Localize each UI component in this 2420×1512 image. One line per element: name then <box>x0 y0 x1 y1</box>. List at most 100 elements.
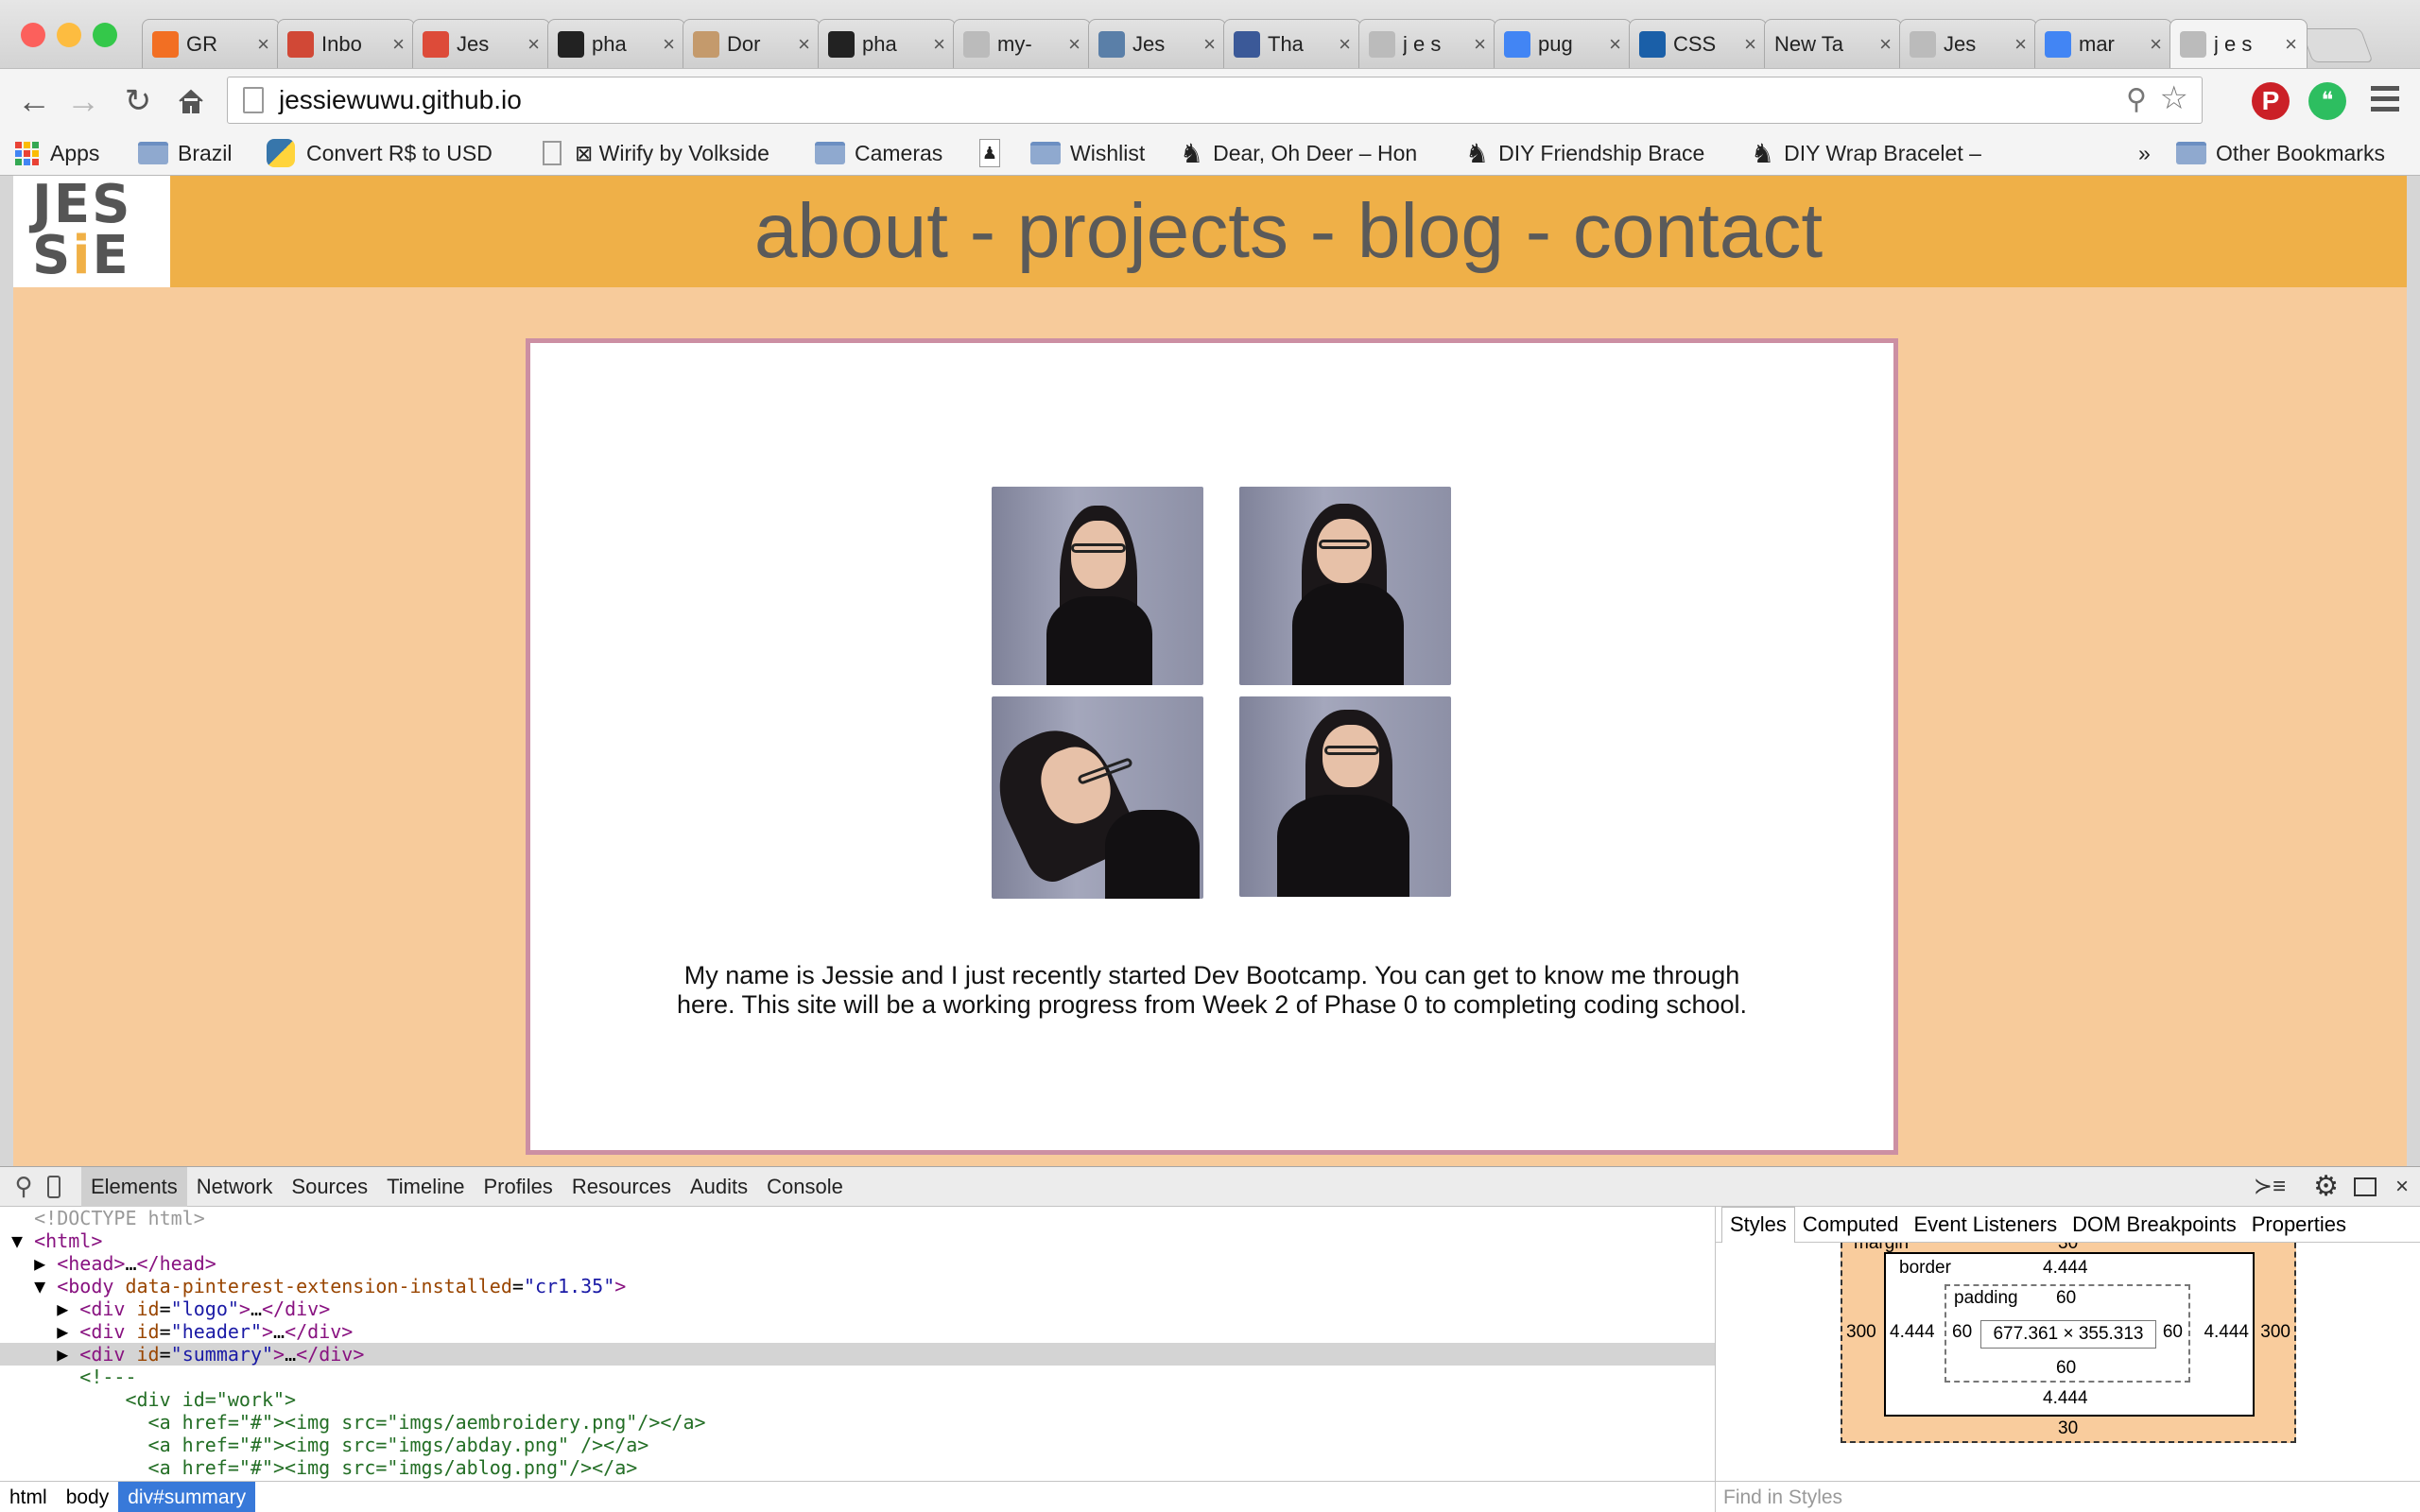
menu-icon[interactable] <box>2371 86 2399 114</box>
tree-line-summary[interactable]: ▶ <div id="summary">…</div> <box>0 1343 1715 1366</box>
bookmark-person[interactable]: ♟ <box>979 138 1000 168</box>
close-tab-icon[interactable]: × <box>392 32 405 57</box>
bookmark-apps[interactable]: Apps <box>15 138 99 168</box>
tree-line-comment[interactable]: <a href="#"><img src="imgs/ablog.png"/><… <box>0 1456 1715 1479</box>
bookmark-diy-wrap[interactable]: ♞ DIY Wrap Bracelet – <box>1751 138 2030 168</box>
tab-profiles[interactable]: Profiles <box>474 1167 562 1207</box>
browser-tab[interactable]: my- × <box>953 19 1091 68</box>
browser-tab[interactable]: pha × <box>818 19 956 68</box>
browser-tab[interactable]: mar × <box>2034 19 2172 68</box>
tab-audits[interactable]: Audits <box>681 1167 757 1207</box>
breadcrumb-item[interactable]: body <box>57 1482 119 1512</box>
close-tab-icon[interactable]: × <box>1203 32 1216 57</box>
browser-tab[interactable]: pug × <box>1494 19 1632 68</box>
elements-tree[interactable]: <!DOCTYPE html> ▼ <html> ▶ <head>…</head… <box>0 1207 1715 1481</box>
close-tab-icon[interactable]: × <box>663 32 675 57</box>
tab-elements[interactable]: Elements <box>81 1166 187 1207</box>
browser-tab[interactable]: CSS × <box>1629 19 1767 68</box>
breadcrumb-item[interactable]: html <box>0 1482 57 1512</box>
zoom-window-button[interactable] <box>93 23 117 47</box>
close-tab-icon[interactable]: × <box>1744 32 1756 57</box>
browser-tab[interactable]: New Ta × <box>1764 19 1902 68</box>
bookmark-cameras[interactable]: Cameras <box>815 138 942 168</box>
star-icon[interactable]: ☆ <box>2160 79 2188 117</box>
tree-line-html[interactable]: ▼ <html> <box>0 1229 1715 1252</box>
close-tab-icon[interactable]: × <box>2014 32 2027 57</box>
tree-line-header[interactable]: ▶ <div id="header">…</div> <box>0 1320 1715 1343</box>
close-window-button[interactable] <box>21 23 45 47</box>
browser-tab[interactable]: j e s × <box>1358 19 1496 68</box>
tab-console[interactable]: Console <box>757 1167 853 1207</box>
browser-tab[interactable]: j e s × <box>2169 19 2308 68</box>
close-tab-icon[interactable]: × <box>527 32 540 57</box>
browser-tab[interactable]: GR × <box>142 19 280 68</box>
site-logo[interactable]: JES SiE <box>13 176 170 287</box>
tree-line-logo[interactable]: ▶ <div id="logo">…</div> <box>0 1297 1715 1320</box>
reload-icon[interactable]: ↻ <box>119 82 157 120</box>
tab-dom-breakpoints[interactable]: DOM Breakpoints <box>2065 1207 2244 1243</box>
dock-icon[interactable] <box>2354 1177 2377 1196</box>
evernote-icon[interactable]: ❝ <box>2308 82 2346 120</box>
close-tab-icon[interactable]: × <box>2150 32 2162 57</box>
tab-resources[interactable]: Resources <box>562 1167 681 1207</box>
browser-tab[interactable]: pha × <box>547 19 685 68</box>
tree-line-comment[interactable]: <!--- <box>0 1366 1715 1388</box>
browser-tab[interactable]: Dor × <box>683 19 821 68</box>
close-tab-icon[interactable]: × <box>1879 32 1892 57</box>
styles-pane: Styles Computed Event Listeners DOM Breakpo… <box>1715 1206 2420 1512</box>
bookmarks-overflow-button[interactable]: » <box>2138 138 2151 168</box>
breadcrumb-item[interactable]: div#summary <box>118 1481 256 1512</box>
browser-tab[interactable]: Jes × <box>1088 19 1226 68</box>
browser-tab[interactable]: Inbo × <box>277 19 415 68</box>
bookmark-other[interactable]: Other Bookmarks <box>2176 138 2385 168</box>
tab-properties[interactable]: Properties <box>2244 1207 2354 1243</box>
minimize-window-button[interactable] <box>57 23 81 47</box>
close-tab-icon[interactable]: × <box>1339 32 1351 57</box>
browser-tab[interactable]: Jes × <box>412 19 550 68</box>
close-tab-icon[interactable]: × <box>257 32 269 57</box>
tab-styles[interactable]: Styles <box>1721 1206 1795 1243</box>
close-tab-icon[interactable]: × <box>1609 32 1621 57</box>
bookmark-convert[interactable]: Convert R$ to USD <box>267 138 493 168</box>
browser-tab[interactable]: Jes × <box>1899 19 2037 68</box>
app-icon <box>1098 30 1125 58</box>
browser-toolbar: ← → ↻ jessiewuwu.github.io ⚲ ☆ P ❝ <box>0 68 2420 130</box>
tab-timeline[interactable]: Timeline <box>377 1167 474 1207</box>
new-tab-button[interactable] <box>2300 28 2374 62</box>
pinterest-icon[interactable]: P <box>2252 82 2290 120</box>
site-nav[interactable]: about - projects - blog - contact <box>170 176 2407 287</box>
back-icon[interactable]: ← <box>15 81 53 120</box>
close-tab-icon[interactable]: × <box>798 32 810 57</box>
bookmark-wirify[interactable]: ⊠ Wirify by Volkside <box>543 138 769 168</box>
bookmark-dear-oh-deer[interactable]: ♞ Dear, Oh Deer – Hon <box>1180 138 1432 168</box>
bookmark-wishlist[interactable]: Wishlist <box>1030 138 1145 168</box>
tree-line-head[interactable]: ▶ <head>…</head> <box>0 1252 1715 1275</box>
close-tab-icon[interactable]: × <box>1068 32 1080 57</box>
bookmark-brazil[interactable]: Brazil <box>138 138 233 168</box>
console-drawer-icon[interactable]: ≻≡ <box>2254 1173 2286 1200</box>
tree-line-comment[interactable]: <div id="work"> <box>0 1388 1715 1411</box>
tab-computed[interactable]: Computed <box>1795 1207 1907 1243</box>
find-in-styles-input[interactable]: Find in Styles <box>1716 1481 2420 1512</box>
tree-line-comment[interactable]: <a href="#"><img src="imgs/abday.png" />… <box>0 1434 1715 1456</box>
tab-network[interactable]: Network <box>187 1167 283 1207</box>
gear-icon[interactable]: ⚙ <box>2313 1170 2339 1203</box>
tree-line-doctype[interactable]: <!DOCTYPE html> <box>0 1207 1715 1229</box>
browser-tab[interactable]: Tha × <box>1223 19 1361 68</box>
nav-links[interactable]: about - projects - blog - contact <box>754 188 1823 274</box>
tree-line-comment[interactable]: <a href="#"><img src="imgs/aembroidery.p… <box>0 1411 1715 1434</box>
tab-event-listeners[interactable]: Event Listeners <box>1906 1207 2065 1243</box>
forward-icon[interactable]: → <box>64 81 102 120</box>
bookmark-diy-friendship[interactable]: ♞ DIY Friendship Brace <box>1465 138 1723 168</box>
device-mode-icon[interactable] <box>47 1175 60 1198</box>
address-bar[interactable]: jessiewuwu.github.io ⚲ ☆ <box>227 77 2203 124</box>
tree-line-body[interactable]: ▼ <body data-pinterest-extension-install… <box>0 1275 1715 1297</box>
close-icon[interactable]: × <box>2395 1174 2409 1200</box>
close-tab-icon[interactable]: × <box>933 32 945 57</box>
close-tab-icon[interactable]: × <box>1474 32 1486 57</box>
search-icon[interactable]: ⚲ <box>0 1172 47 1201</box>
search-icon[interactable]: ⚲ <box>2126 83 2147 116</box>
tab-sources[interactable]: Sources <box>282 1167 377 1207</box>
home-icon[interactable] <box>172 82 210 120</box>
close-tab-icon[interactable]: × <box>2285 32 2297 57</box>
